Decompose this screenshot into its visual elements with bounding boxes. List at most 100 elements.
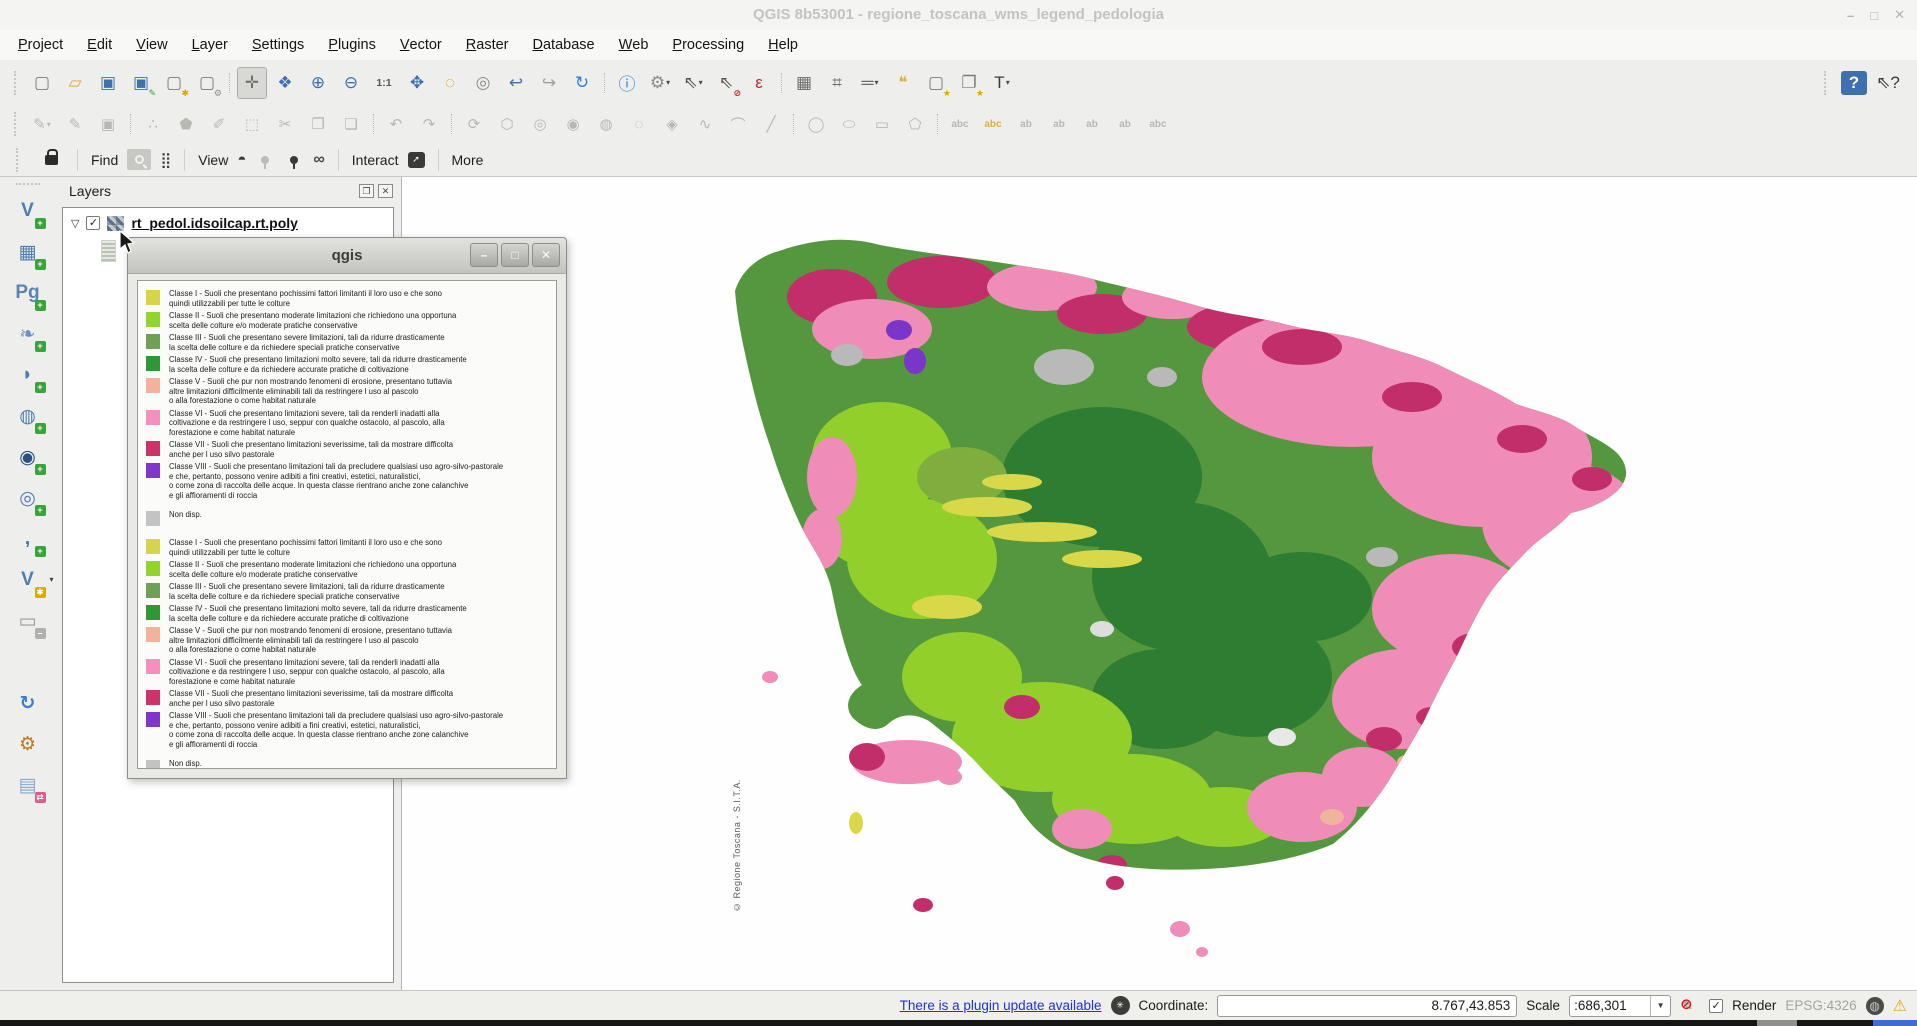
zoom-native-button[interactable]: 1:1 <box>369 67 399 99</box>
reload-plugins-button[interactable]: ↻ <box>12 687 44 719</box>
select-by-expression-button[interactable]: ε <box>744 67 774 99</box>
minimize-button[interactable]: – <box>1847 8 1854 23</box>
run-feature-action-button[interactable]: ⚙ ▾ <box>645 67 675 99</box>
add-postgis-layer-button[interactable]: Pg + <box>12 277 44 309</box>
save-project-as-button[interactable]: ▣ ✎ <box>126 67 156 99</box>
scale-lock-icon[interactable]: ✎⊘ <box>1680 996 1700 1016</box>
link-views-icon[interactable]: ∞ <box>313 151 324 169</box>
render-checkbox[interactable]: ✓ <box>1709 999 1723 1013</box>
menu-item[interactable]: Project <box>6 30 75 60</box>
layer-visibility-checkbox[interactable]: ✓ <box>86 216 100 230</box>
whats-this-button[interactable]: ⇖? <box>1873 67 1903 99</box>
layer-name[interactable]: rt_pedol.idsoilcap.rt.poly <box>131 215 297 231</box>
maximize-button[interactable]: □ <box>1870 8 1878 23</box>
menu-item[interactable]: Web <box>607 30 661 60</box>
legend-item: Non disp. <box>146 510 548 526</box>
map-tips-button[interactable]: ❝ <box>888 67 918 99</box>
new-composer-button[interactable]: ▢ ✱ <box>159 67 189 99</box>
close-button[interactable]: ✕ <box>1894 7 1905 23</box>
toolbar-button[interactable] <box>225 67 234 99</box>
select-features-button[interactable]: ⇖ ▾ <box>678 67 708 99</box>
expander-icon[interactable]: ▽ <box>71 217 79 230</box>
panel-float-button[interactable]: ❐ <box>359 184 374 198</box>
menu-item[interactable]: Processing <box>660 30 756 60</box>
pan-map-button[interactable]: ✛ <box>237 67 267 99</box>
save-project-button[interactable]: ▣ <box>93 67 123 99</box>
toolbar-grip[interactable] <box>14 71 20 95</box>
add-raster-layer-button[interactable]: ▦ + <box>12 236 44 268</box>
menu-item[interactable]: Edit <box>75 30 124 60</box>
refresh-map-button[interactable]: ↻ <box>567 67 597 99</box>
add-wfs-layer-button[interactable]: ◎ + <box>12 482 44 514</box>
chevron-down-icon[interactable]: ▼ <box>1650 996 1670 1016</box>
find-search-button[interactable] <box>127 149 151 170</box>
zoom-in-button[interactable]: ⊕ <box>303 67 333 99</box>
search-tools-button[interactable]: ⚙ <box>12 728 44 760</box>
panel-close-button[interactable]: ✕ <box>378 184 393 198</box>
toolbar-button[interactable] <box>600 67 609 99</box>
add-oracle-layer-button[interactable]: , + <box>12 523 44 555</box>
help-button[interactable]: ? <box>1841 71 1867 95</box>
toolbar-grip[interactable] <box>1824 71 1830 95</box>
text-annotation-button[interactable]: T ▾ <box>987 67 1017 99</box>
toolbar-button[interactable] <box>777 67 786 99</box>
menu-item[interactable]: Layer <box>180 30 240 60</box>
map-canvas[interactable]: © Regione Toscana - S.I.T.A. <box>402 177 1917 990</box>
zoom-full-button[interactable]: ✥ <box>402 67 432 99</box>
menu-item[interactable]: Settings <box>240 30 316 60</box>
statistical-summary-button[interactable]: ⌗ <box>822 67 852 99</box>
db-manager-button[interactable]: ▤ ⇄ <box>12 769 44 801</box>
menu-item[interactable]: Plugins <box>316 30 388 60</box>
zoom-to-layer-button[interactable]: ◎ <box>468 67 498 99</box>
zoom-out-button[interactable]: ⊖ <box>336 67 366 99</box>
plugin-icon[interactable]: ✳ <box>1111 996 1130 1015</box>
dialog-close-button[interactable]: ✕ <box>532 243 560 267</box>
dialog-title-bar[interactable]: qgis –□✕ <box>128 238 566 274</box>
toolbar-grip[interactable] <box>16 183 40 185</box>
pan-to-selection-button[interactable]: ❖ <box>270 67 300 99</box>
dialog-maximize-button[interactable]: □ <box>501 243 529 267</box>
crs-status-icon[interactable]: ◍ <box>1866 997 1884 1015</box>
attribute-table-button[interactable]: ▦ <box>789 67 819 99</box>
coordinate-input[interactable]: 8.767,43.853 <box>1217 995 1517 1017</box>
pin-icon[interactable] <box>290 156 298 164</box>
add-wms-layer-button[interactable]: ◍ + <box>12 400 44 432</box>
export-view-icon[interactable]: ➚ <box>408 152 425 168</box>
composer-manager-button[interactable]: ▢ ⚙ <box>192 67 222 99</box>
open-project-button[interactable]: ▱ <box>60 67 90 99</box>
log-messages-icon[interactable]: ⚠ <box>1893 996 1907 1016</box>
add-wcs-layer-button[interactable]: ◉ + <box>12 441 44 473</box>
add-pin-icon[interactable] <box>261 156 269 164</box>
add-spatialite-layer-button[interactable]: ❧ + <box>12 318 44 350</box>
measure-button[interactable]: ═ ▾ <box>855 67 885 99</box>
view-display-icon[interactable]: ◓ <box>237 151 246 168</box>
zoom-to-selection-button[interactable]: ◌ <box>435 67 465 99</box>
lock-icon[interactable] <box>45 155 58 165</box>
new-project-button[interactable]: ▢ <box>27 67 57 99</box>
dialog-minimize-button[interactable]: – <box>470 243 498 267</box>
new-shapefile-layer-button[interactable]: V ✱ ▾ <box>12 564 44 596</box>
legend-dialog[interactable]: qgis –□✕ Classe I - Suoli che presentano… <box>127 237 567 779</box>
menu-item[interactable]: Database <box>521 30 607 60</box>
remove-layer-button[interactable]: ▭ – <box>12 605 44 637</box>
zoom-last-button[interactable]: ↩ <box>501 67 531 99</box>
toolbar-grip[interactable] <box>14 112 20 136</box>
menu-item[interactable]: Help <box>756 30 810 60</box>
keypad-button[interactable]: ⣿ <box>160 151 171 169</box>
new-bookmark-button[interactable]: ▢ ★ <box>921 67 951 99</box>
show-bookmarks-button[interactable]: ❐ ★ <box>954 67 984 99</box>
identify-features-button[interactable]: ⓘ <box>612 67 642 99</box>
more-label[interactable]: More <box>452 152 484 168</box>
add-vector-layer-button[interactable]: V + <box>12 195 44 227</box>
menu-item[interactable]: Vector <box>388 30 454 60</box>
layer-row[interactable]: ▽ ✓ rt_pedol.idsoilcap.rt.poly <box>63 208 393 233</box>
scale-combo[interactable]: :686,301 ▼ <box>1569 995 1671 1017</box>
zoom-next-button[interactable]: ↪ <box>534 67 564 99</box>
menu-item[interactable]: Raster <box>454 30 521 60</box>
add-mssql-layer-button[interactable]: ◗ + <box>12 359 44 391</box>
deselect-features-button[interactable]: ⇖ ⊘ <box>711 67 741 99</box>
plugin-update-link[interactable]: There is a plugin update available <box>900 998 1102 1013</box>
layer-toolbar-button[interactable] <box>12 646 44 678</box>
toolbar-grip[interactable] <box>16 148 22 172</box>
menu-item[interactable]: View <box>124 30 179 60</box>
